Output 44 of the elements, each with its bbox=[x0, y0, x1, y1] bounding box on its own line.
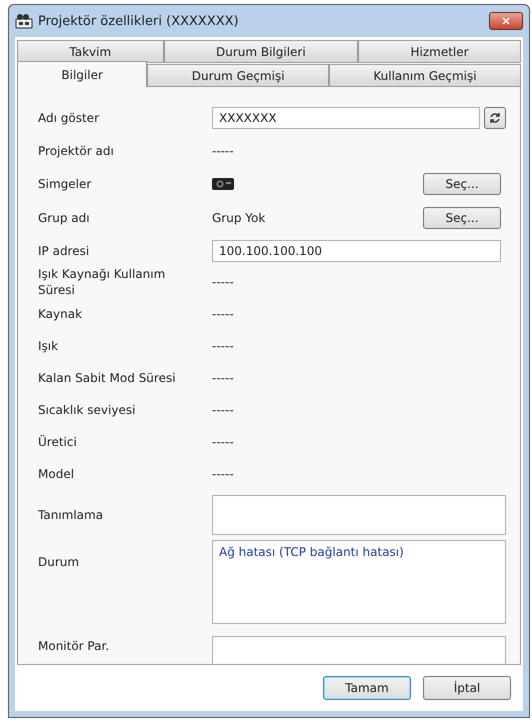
tab[interactable]: Hizmetler bbox=[358, 40, 521, 63]
tab[interactable]: Durum Bilgileri bbox=[164, 40, 358, 63]
tab[interactable]: Kullanım Geçmişi bbox=[328, 64, 522, 87]
cancel-button[interactable]: İptal bbox=[423, 676, 511, 700]
field-label: Kaynak bbox=[37, 306, 84, 322]
field-label: Durum bbox=[37, 554, 80, 570]
status-field: Ağ hatası (TCP bağlantı hatası) bbox=[212, 540, 506, 624]
field-label: Üretici bbox=[37, 434, 78, 450]
monitor-field[interactable] bbox=[212, 636, 506, 664]
ip-address-field[interactable]: 100.100.100.100 bbox=[212, 240, 501, 262]
field-value: Grup Yok bbox=[212, 211, 266, 225]
field-value: ----- bbox=[212, 144, 235, 158]
select-button[interactable]: Seç... bbox=[423, 172, 501, 194]
refresh-icon bbox=[489, 112, 501, 124]
field-label: Monitör Par. bbox=[37, 638, 110, 654]
field-label: Kalan Sabit Mod Süresi bbox=[37, 370, 177, 386]
tab[interactable]: Bilgiler bbox=[17, 61, 148, 87]
field-label: Projektör adı bbox=[37, 143, 115, 159]
description-field[interactable] bbox=[212, 495, 506, 535]
display-name-field[interactable]: XXXXXXX bbox=[212, 107, 480, 129]
field-label: IP adresi bbox=[37, 243, 90, 259]
field-value: ----- bbox=[212, 403, 235, 417]
field-label: Model bbox=[37, 466, 76, 482]
field-value: ----- bbox=[212, 467, 235, 481]
select-button[interactable]: Seç... bbox=[423, 207, 501, 229]
window-title: Projektör özellikleri (XXXXXXX) bbox=[38, 14, 240, 28]
refresh-button[interactable] bbox=[484, 107, 506, 129]
ok-button[interactable]: Tamam bbox=[323, 676, 411, 700]
projector-icon bbox=[212, 176, 234, 190]
field-value: ----- bbox=[212, 371, 235, 385]
field-label: Grup adı bbox=[37, 210, 91, 226]
tab[interactable]: Takvim bbox=[17, 40, 164, 63]
field-label: Işık bbox=[37, 338, 60, 354]
projector-icon bbox=[15, 13, 33, 29]
field-value: ----- bbox=[212, 435, 235, 449]
field-label: Tanımlama bbox=[37, 507, 104, 523]
field-label: Adı göster bbox=[37, 110, 100, 126]
field-label: Simgeler bbox=[37, 176, 92, 192]
field-value: ----- bbox=[212, 339, 235, 353]
field-value: ----- bbox=[212, 307, 235, 321]
field-label: Işık Kaynağı Kullanım Süresi bbox=[37, 266, 166, 298]
tab[interactable]: Durum Geçmişi bbox=[147, 64, 329, 87]
field-label: Sıcaklık seviyesi bbox=[37, 402, 136, 418]
field-value: ----- bbox=[212, 275, 235, 289]
